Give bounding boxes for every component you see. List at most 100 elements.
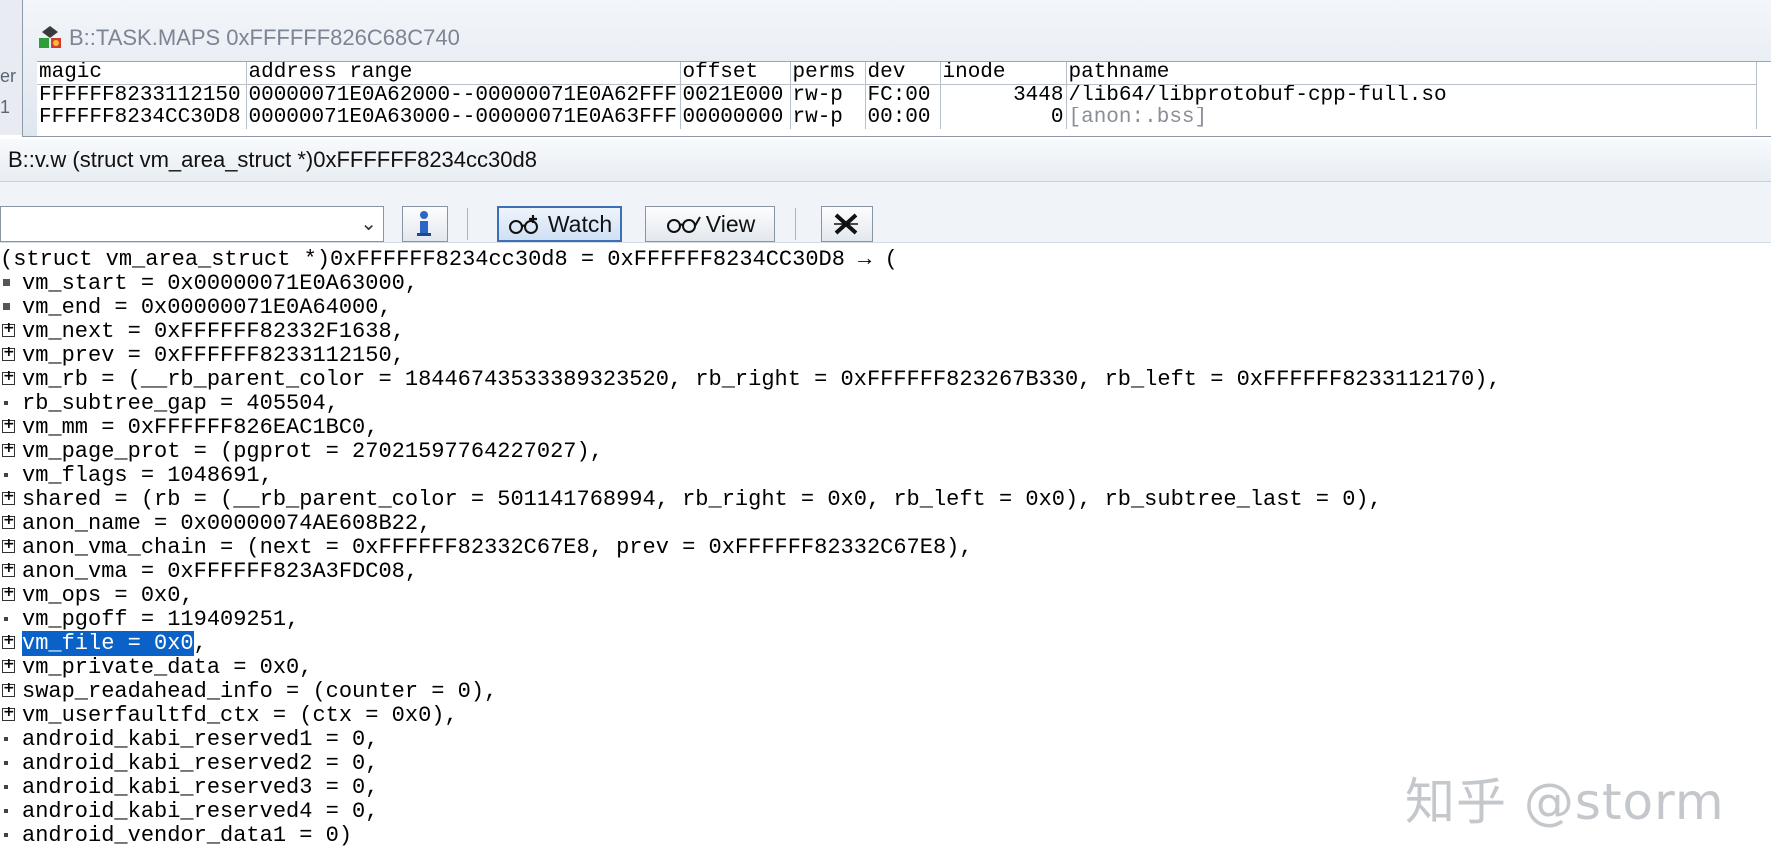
struct-field-text: vm_ops = 0x0, bbox=[22, 583, 194, 608]
struct-field-text: vm_end = 0x00000071E0A64000, bbox=[22, 295, 392, 320]
field-square-icon bbox=[0, 295, 22, 317]
expand-plus-icon[interactable] bbox=[0, 535, 22, 557]
struct-field-line[interactable]: vm_prev = 0xFFFFFF8233112150, bbox=[0, 344, 1771, 368]
expand-plus-icon[interactable] bbox=[0, 367, 22, 389]
cell-magic: FFFFFF8234CC30D8 bbox=[37, 107, 247, 129]
watch-button-label: Watch bbox=[547, 210, 613, 237]
cell-inode: 3448 bbox=[940, 84, 1067, 107]
expand-plus-icon[interactable] bbox=[0, 631, 22, 653]
struct-field-line[interactable]: vm_file = 0x0, bbox=[0, 631, 1771, 656]
expand-plus-icon[interactable] bbox=[0, 583, 22, 605]
expand-plus-icon[interactable] bbox=[0, 343, 22, 365]
struct-field-text: android_kabi_reserved2 = 0, bbox=[22, 751, 379, 776]
struct-field-line[interactable]: vm_mm = 0xFFFFFF826EAC1BC0, bbox=[0, 416, 1771, 440]
column-header-dev[interactable]: dev bbox=[865, 62, 941, 85]
watch-button[interactable]: Watch bbox=[497, 206, 622, 242]
info-button[interactable] bbox=[402, 206, 448, 242]
table-header-row: magic address range offset perms dev ino… bbox=[37, 62, 1757, 85]
task-maps-titlebar[interactable]: B::TASK.MAPS 0xFFFFFF826C68C740 bbox=[23, 18, 1771, 58]
struct-field-line[interactable]: vm_end = 0x00000071E0A64000, bbox=[0, 296, 1771, 320]
struct-field-line[interactable]: vm_pgoff = 119409251, bbox=[0, 608, 1771, 632]
field-dot-icon bbox=[0, 727, 22, 749]
expand-plus-icon[interactable] bbox=[0, 439, 22, 461]
task-maps-title: B::TASK.MAPS 0xFFFFFF826C68C740 bbox=[69, 25, 460, 50]
column-header-pathname[interactable]: pathname bbox=[1066, 62, 1757, 85]
expand-plus-icon[interactable] bbox=[0, 415, 22, 437]
cell-perms: rw-p bbox=[790, 107, 866, 129]
view-button[interactable]: View bbox=[645, 206, 775, 242]
table-row[interactable]: FFFFFF8234CC30D8 00000071E0A63000--00000… bbox=[37, 107, 1757, 129]
task-maps-window: B::TASK.MAPS 0xFFFFFF826C68C740 magic ad… bbox=[22, 0, 1771, 137]
struct-field-line[interactable]: swap_readahead_info = (counter = 0), bbox=[0, 680, 1771, 704]
struct-field-line[interactable]: vm_flags = 1048691, bbox=[0, 464, 1771, 488]
struct-field-line[interactable]: vm_userfaultfd_ctx = (ctx = 0x0), bbox=[0, 704, 1771, 728]
column-header-address-range[interactable]: address range bbox=[246, 62, 681, 85]
struct-field-text: vm_rb = (__rb_parent_color = 18446743533… bbox=[22, 367, 1501, 392]
struct-field-text: anon_vma_chain = (next = 0xFFFFFF82332C6… bbox=[22, 535, 973, 560]
struct-field-text: android_kabi_reserved3 = 0, bbox=[22, 775, 379, 800]
close-icon bbox=[833, 213, 858, 235]
cell-address-range: 00000071E0A63000--00000071E0A63FFF bbox=[246, 107, 681, 129]
struct-field-text: vm_flags = 1048691, bbox=[22, 463, 273, 488]
cell-pathname: [anon:.bss] bbox=[1066, 107, 1757, 129]
expand-plus-icon[interactable] bbox=[0, 655, 22, 677]
struct-field-text: swap_readahead_info = (counter = 0), bbox=[22, 679, 498, 704]
struct-field-line[interactable]: vm_rb = (__rb_parent_color = 18446743533… bbox=[0, 368, 1771, 392]
cell-offset: 00000000 bbox=[680, 107, 791, 129]
close-watch-button[interactable] bbox=[821, 206, 873, 242]
background-window-fragment: 1 bbox=[0, 97, 11, 117]
struct-field-line[interactable]: android_kabi_reserved1 = 0, bbox=[0, 728, 1771, 752]
dump-header-line[interactable]: (struct vm_area_struct *)0xFFFFFF8234cc3… bbox=[0, 248, 1771, 272]
chevron-down-icon[interactable]: ⌄ bbox=[360, 211, 377, 236]
struct-field-line[interactable]: anon_vma_chain = (next = 0xFFFFFF82332C6… bbox=[0, 536, 1771, 560]
column-header-inode[interactable]: inode bbox=[940, 62, 1067, 85]
struct-field-text: anon_name = 0x00000074AE608B22, bbox=[22, 511, 432, 536]
struct-field-line[interactable]: vm_private_data = 0x0, bbox=[0, 656, 1771, 680]
expand-plus-icon[interactable] bbox=[0, 319, 22, 341]
dump-header: (struct vm_area_struct *)0xFFFFFF8234cc3… bbox=[0, 247, 898, 272]
field-dot-icon bbox=[0, 799, 22, 821]
column-header-magic[interactable]: magic bbox=[37, 62, 247, 85]
struct-field-text: vm_prev = 0xFFFFFF8233112150, bbox=[22, 343, 405, 368]
struct-field-text: anon_vma = 0xFFFFFF823A3FDC08, bbox=[22, 559, 419, 584]
field-dot-icon bbox=[0, 823, 22, 845]
struct-field-line[interactable]: rb_subtree_gap = 405504, bbox=[0, 392, 1771, 416]
struct-field-text: vm_userfaultfd_ctx = (ctx = 0x0), bbox=[22, 703, 458, 728]
struct-field-text: vm_file = 0x0 bbox=[22, 631, 194, 656]
field-square-icon bbox=[0, 271, 22, 293]
expand-plus-icon[interactable] bbox=[0, 679, 22, 701]
var-watch-titlebar[interactable]: B::v.w (struct vm_area_struct *)0xFFFFFF… bbox=[0, 139, 1771, 182]
expand-plus-icon[interactable] bbox=[0, 511, 22, 533]
expand-plus-icon[interactable] bbox=[0, 487, 22, 509]
info-icon bbox=[416, 211, 431, 236]
watermark: 知乎 @storm bbox=[1405, 773, 1725, 831]
column-header-perms[interactable]: perms bbox=[790, 62, 866, 85]
window-app-icon bbox=[39, 26, 61, 48]
struct-field-text: shared = (rb = (__rb_parent_color = 5011… bbox=[22, 487, 1382, 512]
struct-field-text: rb_subtree_gap = 405504, bbox=[22, 391, 339, 416]
var-watch-title: B::v.w (struct vm_area_struct *)0xFFFFFF… bbox=[8, 147, 537, 172]
struct-field-text: vm_page_prot = (pgprot = 270215977642270… bbox=[22, 439, 603, 464]
field-dot-icon bbox=[0, 751, 22, 773]
struct-field-text: vm_next = 0xFFFFFF82332F1638, bbox=[22, 319, 405, 344]
expand-plus-icon[interactable] bbox=[0, 559, 22, 581]
var-watch-toolbar: ⌄ Watch View bbox=[0, 182, 1771, 243]
struct-field-line[interactable]: vm_start = 0x00000071E0A63000, bbox=[0, 272, 1771, 296]
expand-plus-icon[interactable] bbox=[0, 703, 22, 725]
struct-field-line[interactable]: anon_vma = 0xFFFFFF823A3FDC08, bbox=[0, 560, 1771, 584]
struct-field-line[interactable]: shared = (rb = (__rb_parent_color = 5011… bbox=[0, 488, 1771, 512]
view-button-label: View bbox=[705, 210, 756, 237]
struct-field-line[interactable]: anon_name = 0x00000074AE608B22, bbox=[0, 512, 1771, 536]
cell-address-range: 00000071E0A62000--00000071E0A62FFF bbox=[246, 84, 681, 107]
column-header-offset[interactable]: offset bbox=[680, 62, 791, 85]
struct-field-line[interactable]: vm_next = 0xFFFFFF82332F1638, bbox=[0, 320, 1771, 344]
cell-offset: 0021E000 bbox=[680, 84, 791, 107]
field-dot-icon bbox=[0, 607, 22, 629]
struct-field-line[interactable]: vm_page_prot = (pgprot = 270215977642270… bbox=[0, 440, 1771, 464]
cell-magic: FFFFFF8233112150 bbox=[37, 84, 247, 107]
table-row[interactable]: FFFFFF8233112150 00000071E0A62000--00000… bbox=[37, 84, 1757, 107]
struct-field-line[interactable]: vm_ops = 0x0, bbox=[0, 584, 1771, 608]
expression-combobox[interactable]: ⌄ bbox=[0, 206, 384, 242]
toolbar-separator bbox=[795, 208, 796, 240]
struct-field-text: vm_mm = 0xFFFFFF826EAC1BC0, bbox=[22, 415, 379, 440]
